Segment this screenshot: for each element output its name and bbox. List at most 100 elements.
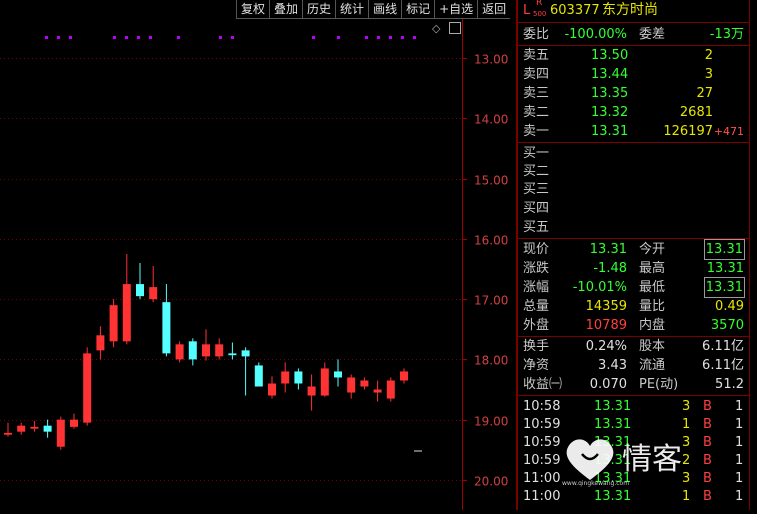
candle-body [294,371,303,384]
tick-count: 1 [735,489,744,504]
bid-row-2[interactable]: 买二 [518,162,749,181]
bid-label: 买二 [523,164,550,179]
candle-body [215,344,224,357]
statistics-button[interactable]: 统计 [335,0,369,19]
collapse-toggle-icon[interactable] [449,22,461,34]
tick-qty: 3 [682,399,691,414]
marker-dot [389,36,392,39]
high-label: 最高 [639,261,666,276]
volume-ratio: 0.49 [715,299,744,314]
candle-body [254,365,263,387]
marker-dot [312,36,315,39]
tick-time: 11:00 [523,489,561,504]
pct-change-label: 涨幅 [523,280,550,295]
candle-body [281,371,290,384]
ask-volume: 3 [704,67,713,82]
price-axis-label: 16.00 [474,234,508,248]
marker-dot [377,36,380,39]
ask-price: 13.31 [591,124,629,139]
candle-body [334,371,342,378]
marker-dot [219,36,222,39]
turnover: 0.24% [585,339,627,354]
ask-volume: 126197 [663,124,713,139]
tick-time: 10:59 [523,417,561,432]
kline-chart[interactable]: 20.00 19.00 18.00 17.00 16.00 15.00 14.00 13.00 [0,0,516,510]
tick-price: 13.31 [594,489,632,504]
ask-volume: 2681 [679,105,713,120]
candle-body [17,425,26,432]
tick-qty: 1 [682,489,691,504]
volume-row: 总量 14359 量比 0.49 [518,297,749,316]
price-row: 现价 13.31 今开 13.31 [518,239,749,260]
watermark-logo: 情客 www.qingkewang.com [560,428,710,488]
share-capital-label: 股本 [639,339,666,354]
price-axis-label: 15.00 [474,174,508,188]
net-asset: 3.43 [598,358,627,373]
tick-price: 13.31 [594,399,632,414]
back-button[interactable]: 返回 [477,0,511,19]
tick-count: 1 [735,435,744,450]
marker-dot [177,36,180,39]
tick-count: 1 [735,453,744,468]
marker-dot [113,36,116,39]
draw-line-button[interactable]: 画线 [368,0,402,19]
r-sub-badge: 500 [533,10,547,18]
stock-code: 603377 [550,3,600,18]
bid-row-5[interactable]: 买五 [518,218,749,237]
price-axis-label: 17.00 [474,294,508,308]
price-axis-label: 14.00 [474,113,508,127]
price-axis-label: 13.00 [474,53,508,67]
marker-dot [413,36,416,39]
tick-time: 10:58 [523,399,561,414]
low-label: 最低 [639,280,666,295]
net-asset-label: 净资 [523,358,550,373]
price-axis-label: 19.00 [474,415,508,429]
ask-row-3[interactable]: 卖三 13.35 27 [518,84,749,103]
watermark-url: www.qingkewang.com [562,480,630,487]
ask-row-1[interactable]: 卖一 13.31 126197 +471 [518,122,749,141]
open-price: 13.31 [703,239,746,260]
marker-dot [365,36,368,39]
float-shares: 6.11亿 [702,358,744,373]
bid-row-3[interactable]: 买三 [518,180,749,199]
ask-row-4[interactable]: 卖四 13.44 3 [518,65,749,84]
candle-body [70,419,78,427]
candle-body [228,353,237,356]
candle-body [83,353,92,423]
total-volume-label: 总量 [523,299,550,314]
ask-label: 卖五 [523,48,550,63]
disk-row: 外盘 10789 内盘 3570 [518,316,749,335]
bid-row-1[interactable]: 买一 [518,144,749,163]
tick-count: 1 [735,399,744,414]
marker-dot [401,36,404,39]
candle-body [4,432,12,435]
ask-row-5[interactable]: 卖五 13.50 2 [518,46,749,65]
tick-row[interactable]: 10:58 13.31 3 B 1 [518,397,749,416]
stock-name: 东方时尚 [602,2,658,18]
low-price: 13.31 [703,277,746,298]
ask-label: 卖四 [523,67,550,82]
l-badge: L [523,3,531,18]
add-watchlist-button[interactable]: +自选 [434,0,478,19]
ask-label: 卖三 [523,86,550,101]
float-label: 流通 [639,358,666,373]
restore-rights-button[interactable]: 复权 [236,0,270,19]
candlestick-svg[interactable]: 20.00 19.00 18.00 17.00 16.00 15.00 14.00 13.00 [0,0,516,510]
ask-volume: 27 [696,86,713,101]
candle-body [43,425,52,432]
volume-ratio-label: 量比 [639,299,666,314]
tick-row[interactable]: 11:00 13.31 1 B 1 [518,487,749,506]
pe-label: PE(动) [639,377,679,392]
ask-row-2[interactable]: 卖二 13.32 2681 [518,103,749,122]
overlay-button[interactable]: 叠加 [269,0,303,19]
candle-body [175,344,184,360]
price-axis-label: 18.00 [474,354,508,368]
tick-time: 10:59 [523,453,561,468]
mark-button[interactable]: 标记 [401,0,435,19]
weicha-value: -13万 [709,27,744,42]
candle-body [360,380,369,387]
diamond-icon[interactable]: ◇ [432,22,440,35]
history-button[interactable]: 历史 [302,0,336,19]
bid-row-4[interactable]: 买四 [518,199,749,218]
watermark-text: 情客 [622,442,682,477]
